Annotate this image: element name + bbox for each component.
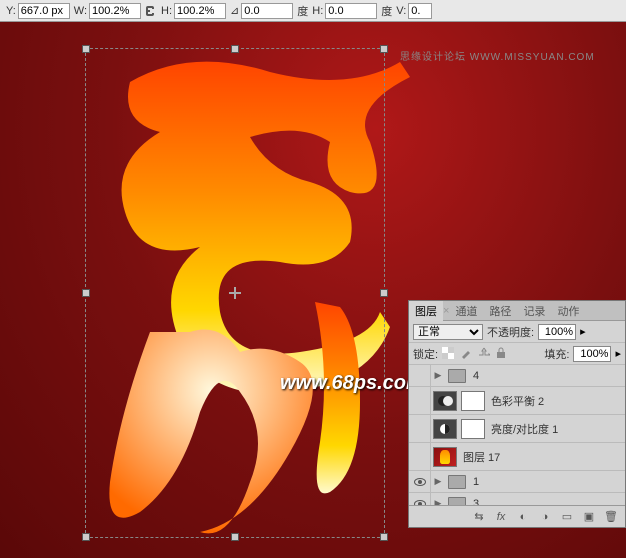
y-input[interactable] [18,3,70,19]
adjustment-thumb [433,391,457,411]
mask-icon[interactable]: ◐ [515,510,531,524]
visibility-toggle[interactable] [409,365,431,386]
lock-fill-row: 锁定: 填充: ▸ [409,343,625,365]
blend-mode-select[interactable]: 正常 [413,324,483,340]
fx-icon[interactable]: fx [493,510,509,524]
tab-layers[interactable]: 图层 [409,301,443,321]
handle-s[interactable] [231,533,239,541]
fill-arrow-icon[interactable]: ▸ [615,347,621,360]
height-input[interactable] [174,3,226,19]
transform-bounding-box[interactable] [85,48,385,538]
lock-paint-icon[interactable] [460,347,474,361]
eye-icon [414,478,426,486]
opacity-input[interactable] [538,324,576,340]
folder-icon [448,497,466,506]
expand-icon[interactable]: ▶ [431,476,445,487]
skew-v-input[interactable] [408,3,432,19]
lock-all-icon[interactable] [496,347,510,361]
tab-history[interactable]: 记录 [517,301,551,321]
visibility-toggle[interactable] [409,443,431,470]
link-layers-icon[interactable]: ⇆ [471,510,487,524]
lock-transparency-icon[interactable] [442,347,456,361]
center-mark[interactable] [229,287,241,299]
width-input[interactable] [89,3,141,19]
angle-unit: 度 [297,3,308,19]
handle-n[interactable] [231,45,239,53]
visibility-toggle[interactable] [409,493,431,505]
layer-group-3[interactable]: ▶ 3 [409,493,625,505]
expand-icon[interactable]: ▶ [431,498,445,505]
new-layer-icon[interactable]: ▣ [581,510,597,524]
trash-icon[interactable]: 🗑 [603,510,619,524]
watermark-main: www.68ps.com [280,372,424,395]
handle-e[interactable] [380,289,388,297]
tab-actions[interactable]: 动作 [551,301,585,321]
layers-panel: 图层 × 通道 路径 记录 动作 正常 不透明度: ▸ 锁定: 填充: ▸ ▶ … [408,300,626,528]
tab-channels[interactable]: 通道 [449,301,483,321]
lock-label: 锁定: [413,346,438,362]
tab-paths[interactable]: 路径 [483,301,517,321]
skew-h-unit: 度 [381,3,392,19]
layer-group-1[interactable]: ▶ 1 [409,471,625,493]
layer-color-balance[interactable]: 色彩平衡 2 [409,387,625,415]
adjustment-icon[interactable]: ◑ [537,510,553,524]
layer-brightness-contrast[interactable]: 亮度/对比度 1 [409,415,625,443]
handle-w[interactable] [82,289,90,297]
lock-move-icon[interactable] [478,347,492,361]
layer-17[interactable]: 图层 17 [409,443,625,471]
layers-list: ▶ 4 色彩平衡 2 亮度/对比度 1 图层 17 ▶ 1 [409,365,625,505]
eye-icon [414,500,426,506]
link-icon[interactable] [143,4,157,18]
skew-h-label: H: [312,5,323,17]
panel-tabs: 图层 × 通道 路径 记录 动作 [409,301,625,321]
folder-icon [448,475,466,489]
folder-icon [448,369,466,383]
panel-footer: ⇆ fx ◐ ◑ ▭ ▣ 🗑 [409,505,625,527]
handle-ne[interactable] [380,45,388,53]
fill-input[interactable] [573,346,611,362]
layer-thumb [433,447,457,467]
h-label: H: [161,5,172,17]
skew-v-label: V: [396,5,406,17]
expand-icon[interactable]: ▶ [431,370,445,381]
opacity-label: 不透明度: [487,324,534,340]
w-label: W: [74,5,87,17]
visibility-toggle[interactable] [409,387,431,414]
opacity-arrow-icon[interactable]: ▸ [580,325,586,338]
blend-opacity-row: 正常 不透明度: ▸ [409,321,625,343]
y-label: Y: [6,5,16,17]
handle-se[interactable] [380,533,388,541]
visibility-toggle[interactable] [409,471,431,492]
mask-thumb [461,419,485,439]
handle-sw[interactable] [82,533,90,541]
new-group-icon[interactable]: ▭ [559,510,575,524]
angle-label: ⊿ [230,4,239,17]
angle-input[interactable] [241,3,293,19]
fill-label: 填充: [544,346,569,362]
transform-options-bar: Y: W: H: ⊿ 度 H: 度 V: [0,0,626,22]
handle-nw[interactable] [82,45,90,53]
watermark-source: 思缘设计论坛 WWW.MISSYUAN.COM [400,48,595,63]
visibility-toggle[interactable] [409,415,431,442]
skew-h-input[interactable] [325,3,377,19]
layer-group-4[interactable]: ▶ 4 [409,365,625,387]
mask-thumb [461,391,485,411]
adjustment-thumb [433,419,457,439]
